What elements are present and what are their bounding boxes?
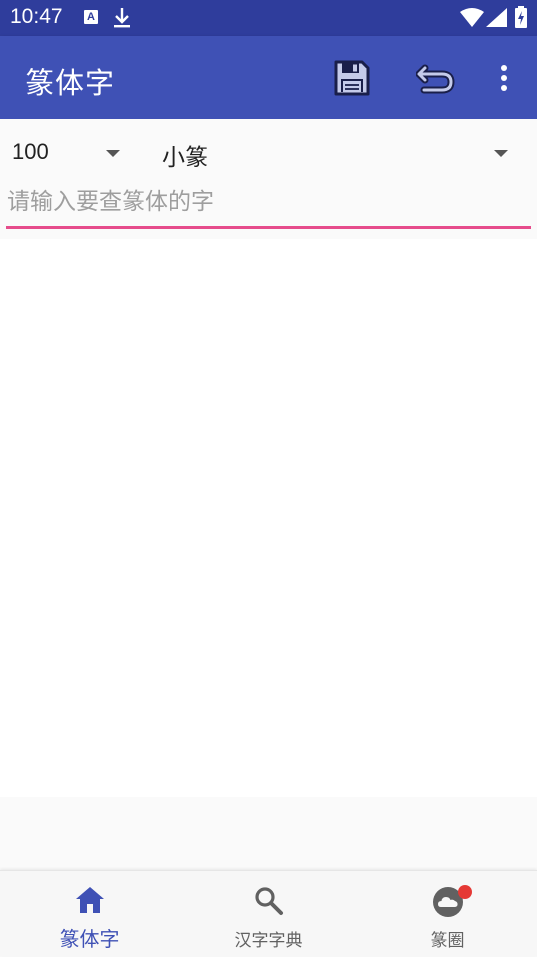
save-button[interactable]	[332, 58, 372, 98]
nav-label: 汉字字典	[234, 931, 303, 951]
download-icon	[113, 7, 131, 33]
search-input[interactable]	[6, 183, 531, 229]
cell-signal-icon	[486, 8, 508, 32]
wifi-icon	[460, 8, 484, 32]
result-area	[0, 239, 537, 797]
bottom-nav: 篆体字 汉字字典 篆圈	[0, 870, 537, 956]
app-bar: 篆体字	[0, 36, 537, 119]
app-title: 篆体字	[25, 66, 116, 100]
app-a-icon: A	[84, 10, 98, 24]
nav-label: 篆圈	[430, 931, 465, 951]
font-style-spinner[interactable]: 小篆	[148, 133, 528, 173]
search-icon	[254, 887, 283, 915]
nav-item-dictionary[interactable]: 汉字字典	[179, 871, 358, 957]
undo-button[interactable]	[415, 60, 456, 96]
more-vert-icon	[501, 65, 507, 91]
status-time: 10:47	[10, 5, 63, 28]
dropdown-arrow-icon	[494, 150, 508, 157]
battery-charging-icon	[515, 6, 527, 32]
font-style-value: 小篆	[162, 145, 208, 171]
more-options-button[interactable]	[492, 60, 516, 96]
nav-item-seal-script[interactable]: 篆体字	[0, 871, 179, 957]
dropdown-arrow-icon	[106, 150, 120, 157]
nav-label: 篆体字	[59, 927, 120, 951]
notification-badge	[458, 885, 472, 899]
undo-icon	[415, 64, 455, 94]
size-spinner[interactable]: 100	[0, 133, 140, 173]
home-icon	[75, 887, 104, 913]
status-bar: 10:47 A	[0, 0, 537, 36]
size-value: 100	[12, 139, 49, 164]
controls-panel: 100 小篆	[0, 119, 537, 239]
save-icon	[334, 60, 370, 96]
nav-item-circle[interactable]: 篆圈	[358, 871, 537, 957]
